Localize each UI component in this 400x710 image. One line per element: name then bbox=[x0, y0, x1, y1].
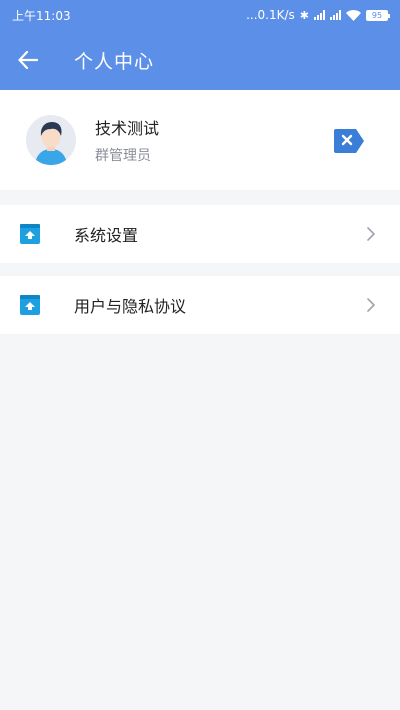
profile-role: 群管理员 bbox=[95, 148, 151, 164]
menu-item-system-settings[interactable]: 系统设置 bbox=[0, 205, 400, 263]
chevron-right-icon bbox=[367, 227, 375, 241]
network-speed: ...0.1K/s bbox=[246, 8, 295, 22]
signal-icon bbox=[314, 10, 325, 20]
chevron-right-icon bbox=[367, 298, 375, 312]
back-button[interactable] bbox=[0, 30, 56, 90]
profile-text: 技术测试 群管理员 bbox=[95, 115, 159, 165]
menu-item-privacy-agreement[interactable]: 用户与隐私协议 bbox=[0, 276, 400, 334]
signal-icon-2 bbox=[330, 10, 341, 20]
upload-book-icon bbox=[20, 224, 40, 244]
upload-book-icon bbox=[20, 295, 40, 315]
battery-icon: 95 bbox=[366, 9, 390, 21]
close-tag-icon[interactable] bbox=[334, 129, 364, 153]
menu-item-label: 系统设置 bbox=[74, 226, 139, 245]
wifi-icon bbox=[346, 9, 361, 21]
profile-card[interactable]: 技术测试 群管理员 bbox=[0, 90, 400, 190]
header-bar: 上午11:03 ...0.1K/s ✱ 95 个人中心 bbox=[0, 0, 400, 90]
profile-name: 技术测试 bbox=[95, 119, 160, 138]
status-icons: ...0.1K/s ✱ 95 bbox=[246, 8, 390, 22]
battery-level: 95 bbox=[371, 10, 383, 20]
user-avatar bbox=[26, 115, 76, 165]
nav-bar: 个人中心 bbox=[0, 30, 400, 90]
page-title: 个人中心 bbox=[74, 50, 155, 73]
status-bar: 上午11:03 ...0.1K/s ✱ 95 bbox=[0, 0, 400, 30]
menu-item-label: 用户与隐私协议 bbox=[74, 297, 187, 316]
status-time: 上午11:03 bbox=[12, 8, 71, 23]
bluetooth-icon: ✱ bbox=[299, 8, 309, 22]
avatar-illustration bbox=[26, 115, 76, 165]
arrow-left-icon bbox=[18, 51, 38, 69]
